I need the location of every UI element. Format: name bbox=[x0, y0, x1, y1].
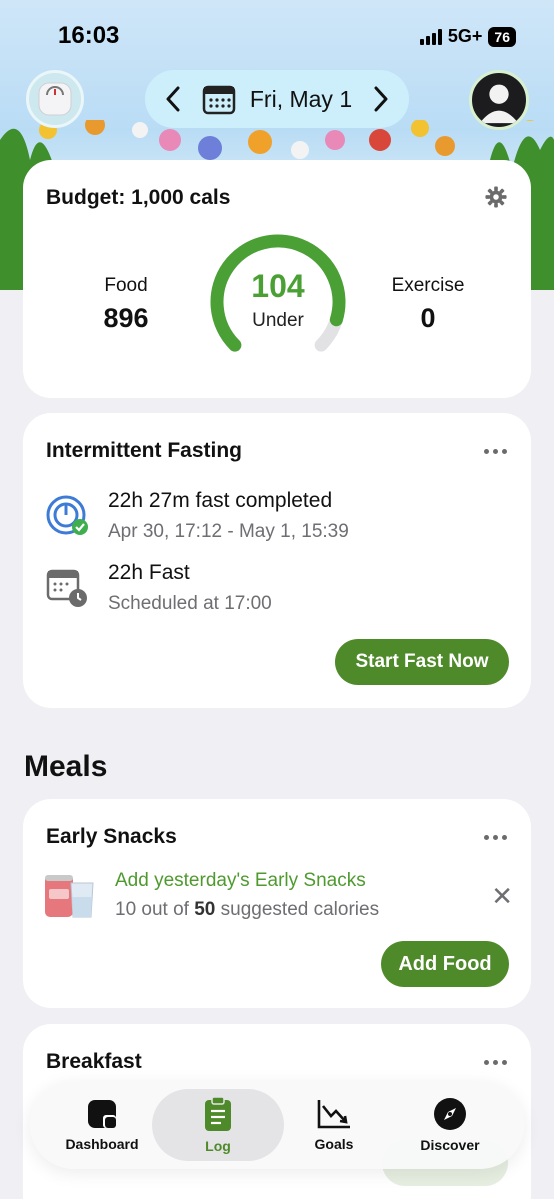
remaining-calories: 104 bbox=[251, 268, 305, 304]
add-food-button[interactable]: Add Food bbox=[381, 941, 509, 987]
tab-discover[interactable]: Discover bbox=[384, 1089, 516, 1161]
intermittent-fasting-card: Intermittent Fasting 22h 27m fast comple… bbox=[23, 413, 531, 708]
dismiss-suggestion-icon[interactable]: ✕ bbox=[491, 883, 513, 909]
more-options-icon[interactable] bbox=[484, 1060, 507, 1065]
exercise-stat: Exercise 0 bbox=[368, 275, 488, 334]
tab-discover-label: Discover bbox=[420, 1137, 480, 1153]
network-type: 5G+ bbox=[447, 26, 483, 46]
chevron-left-icon[interactable] bbox=[165, 86, 181, 112]
soda-and-water-icon bbox=[45, 875, 94, 918]
remaining-label: Under bbox=[252, 310, 304, 331]
chevron-right-icon[interactable] bbox=[373, 86, 389, 112]
scale-icon bbox=[38, 82, 72, 116]
more-options-icon[interactable] bbox=[484, 449, 507, 454]
status-bar: 16:03 5G+ 76 bbox=[0, 0, 554, 70]
tab-dashboard[interactable]: Dashboard bbox=[36, 1089, 168, 1161]
status-indicators: 5G+ 76 bbox=[419, 26, 516, 47]
exercise-label: Exercise bbox=[391, 275, 465, 296]
compass-icon bbox=[434, 1098, 466, 1130]
suggested-calories-text: 10 out of 50 suggested calories bbox=[115, 899, 380, 920]
fast-completed-icon bbox=[46, 495, 88, 535]
bottom-tab-bar: Dashboard Log Goals Discover bbox=[30, 1081, 524, 1169]
status-time: 16:03 bbox=[58, 22, 120, 49]
profile-avatar-button[interactable] bbox=[469, 70, 529, 130]
scheduled-fast-row[interactable]: 22h Fast Scheduled at 17:00 bbox=[46, 561, 272, 615]
calorie-gauge: 104 Under bbox=[203, 230, 353, 370]
completed-fast-range: Apr 30, 17:12 - May 1, 15:39 bbox=[108, 521, 349, 542]
scheduled-calendar-icon bbox=[46, 569, 87, 607]
current-date: Fri, May 1 bbox=[249, 85, 353, 112]
tab-goals-label: Goals bbox=[314, 1136, 354, 1152]
scheduled-fast-title: 22h Fast bbox=[108, 561, 190, 584]
fasting-title: Intermittent Fasting bbox=[46, 439, 243, 462]
tab-log-label: Log bbox=[205, 1138, 231, 1154]
early-snacks-title: Early Snacks bbox=[46, 825, 177, 848]
signal-icon bbox=[419, 28, 442, 45]
start-fast-now-button[interactable]: Start Fast Now bbox=[335, 639, 509, 685]
food-stat: Food 896 bbox=[66, 275, 186, 334]
gear-icon[interactable] bbox=[485, 186, 507, 208]
add-yesterday-snacks-link[interactable]: Add yesterday's Early Snacks bbox=[115, 870, 366, 892]
date-selector: Fri, May 1 bbox=[145, 70, 409, 128]
breakfast-title: Breakfast bbox=[46, 1050, 142, 1073]
tab-log[interactable]: Log bbox=[152, 1089, 284, 1161]
completed-fast-title: 22h 27m fast completed bbox=[108, 489, 333, 512]
log-clipboard-icon bbox=[205, 1096, 231, 1131]
food-label: Food bbox=[104, 275, 148, 296]
food-value: 896 bbox=[103, 303, 149, 333]
more-options-icon[interactable] bbox=[484, 835, 507, 840]
early-snacks-card: Early Snacks Add yesterday's Early Snack… bbox=[23, 799, 531, 1008]
tab-goals[interactable]: Goals bbox=[268, 1089, 400, 1161]
scale-button[interactable] bbox=[26, 70, 84, 128]
profile-avatar-icon bbox=[479, 84, 519, 124]
tab-dashboard-label: Dashboard bbox=[65, 1136, 139, 1152]
exercise-value: 0 bbox=[420, 303, 436, 333]
budget-card: Budget: 1,000 cals Food 896 104 Under Ex… bbox=[23, 160, 531, 398]
goals-chart-icon bbox=[317, 1100, 350, 1129]
meals-section-title: Meals bbox=[24, 750, 108, 783]
completed-fast-row[interactable]: 22h 27m fast completed Apr 30, 17:12 - M… bbox=[46, 489, 349, 543]
calendar-icon bbox=[202, 85, 236, 115]
battery-indicator: 76 bbox=[488, 26, 516, 47]
date-display[interactable]: Fri, May 1 bbox=[202, 83, 352, 115]
scheduled-fast-time: Scheduled at 17:00 bbox=[108, 593, 272, 614]
dashboard-icon bbox=[88, 1100, 116, 1128]
budget-title: Budget: 1,000 cals bbox=[46, 186, 231, 209]
